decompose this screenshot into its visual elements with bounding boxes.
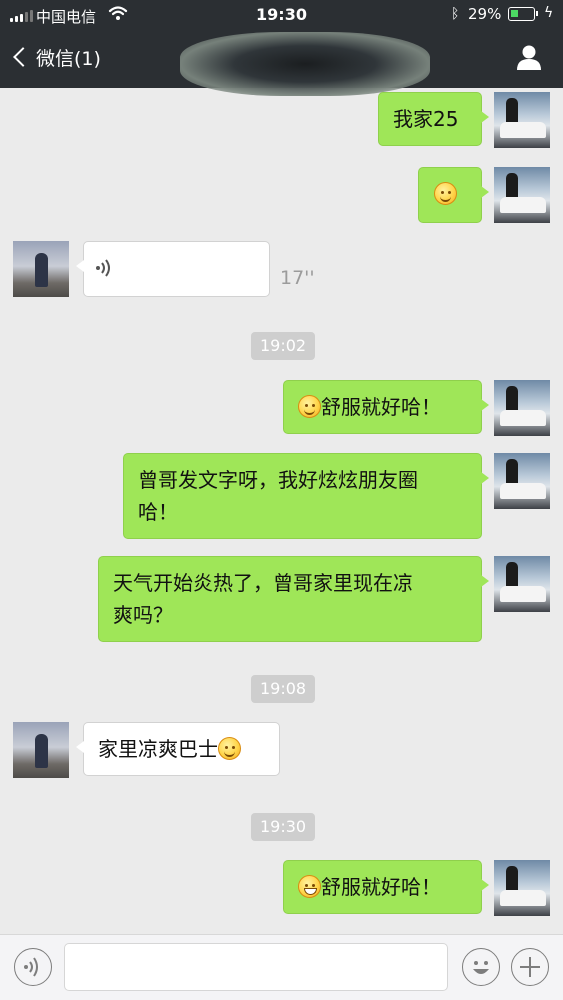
my-avatar[interactable] <box>494 167 550 223</box>
message-bubble-mine[interactable]: 天气开始炎热了，曾哥家里现在凉 爽吗？ <box>98 556 489 642</box>
message-text-line: 曾哥发文字呀，我好炫炫朋友圈 <box>138 468 418 492</box>
voice-message-bubble[interactable] <box>76 241 270 297</box>
top-bar: 中国电信 19:30 ᛒ 29% ϟ 微信(1) <box>0 0 563 96</box>
message-text: 舒服就好哈！ <box>321 875 441 899</box>
message-text: 家里凉爽巴士 <box>98 737 218 761</box>
message-input[interactable] <box>64 943 448 991</box>
message-bubble-mine[interactable]: 曾哥发文字呀，我好炫炫朋友圈 哈！ <box>123 453 489 539</box>
contact-avatar[interactable] <box>13 722 69 778</box>
contact-avatar[interactable] <box>13 241 69 297</box>
chevron-left-icon <box>13 47 33 67</box>
person-icon[interactable] <box>514 42 544 72</box>
timestamp: 19:30 <box>251 813 316 841</box>
status-bar: 中国电信 19:30 ᛒ 29% ϟ <box>0 0 563 30</box>
charging-icon: ϟ <box>544 5 554 21</box>
message-text-line: 天气开始炎热了，曾哥家里现在凉 <box>113 571 413 595</box>
my-avatar[interactable] <box>494 92 550 148</box>
battery-percent: 29% <box>468 5 502 23</box>
input-bar <box>0 934 563 1000</box>
timestamp: 19:02 <box>251 332 316 360</box>
smile-emoji-icon <box>218 737 241 760</box>
back-label: 微信(1) <box>36 47 101 70</box>
redacted-contact-name <box>180 32 430 96</box>
message-bubble-mine[interactable] <box>418 167 489 223</box>
smile-emoji-icon <box>298 395 321 418</box>
message-text-line: 哈！ <box>138 500 178 524</box>
battery-icon <box>508 7 538 21</box>
message-bubble-mine[interactable]: 我家25 <box>378 92 489 146</box>
message-text-line: 爽吗？ <box>113 603 173 627</box>
chat-area[interactable]: 我家25 17'' 19:02 舒服就好哈！ 曾哥发文字呀，我好炫炫朋友圈 哈！… <box>0 88 563 934</box>
voice-input-button[interactable] <box>14 948 52 986</box>
emoji-icon <box>473 961 489 974</box>
message-bubble-contact[interactable]: 家里凉爽巴士 <box>76 722 280 776</box>
voice-wave-icon <box>96 259 110 277</box>
smile-emoji-icon <box>434 182 457 205</box>
my-avatar[interactable] <box>494 860 550 916</box>
my-avatar[interactable] <box>494 556 550 612</box>
message-bubble-mine[interactable]: 舒服就好哈！ <box>283 860 489 914</box>
bluetooth-icon: ᛒ <box>451 6 460 22</box>
message-text: 我家25 <box>393 107 459 131</box>
my-avatar[interactable] <box>494 453 550 509</box>
voice-duration: 17'' <box>280 267 315 289</box>
plus-button[interactable] <box>511 948 549 986</box>
voice-icon <box>24 957 38 977</box>
message-bubble-mine[interactable]: 舒服就好哈！ <box>283 380 489 434</box>
timestamp: 19:08 <box>251 675 316 703</box>
emoji-button[interactable] <box>462 948 500 986</box>
my-avatar[interactable] <box>494 380 550 436</box>
message-text: 舒服就好哈！ <box>321 395 441 419</box>
back-button[interactable]: 微信(1) <box>12 40 101 74</box>
grin-emoji-icon <box>298 875 321 898</box>
